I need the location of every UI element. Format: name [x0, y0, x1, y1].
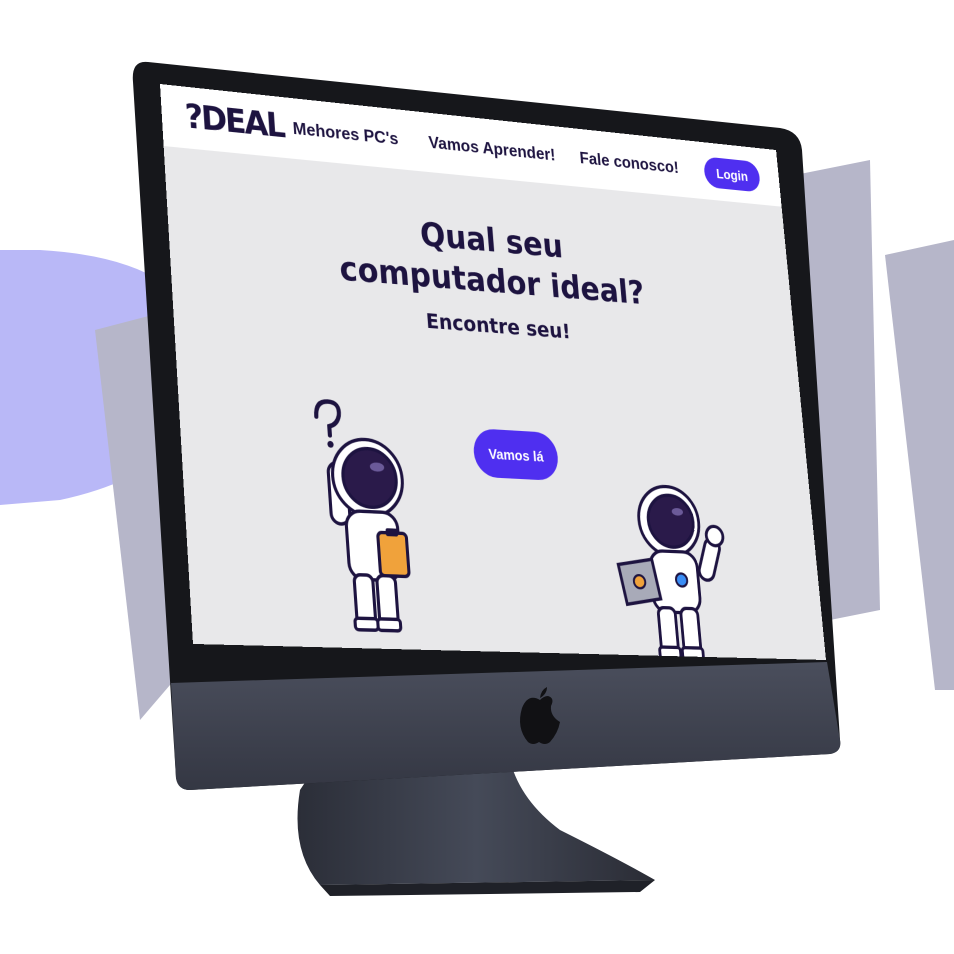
- astronaut-laptop-illustration: [606, 468, 745, 660]
- nav-link-learn[interactable]: Vamos Aprender!: [428, 134, 556, 166]
- astronaut-clipboard-illustration: [314, 400, 440, 638]
- top-nav: ?DEAL Mehores PC's Vamos Aprender! Fale …: [160, 84, 782, 207]
- website-screen: ?DEAL Mehores PC's Vamos Aprender! Fale …: [160, 84, 827, 661]
- site-logo[interactable]: ?DEAL: [184, 97, 285, 146]
- nav-link-best-pcs[interactable]: Mehores PC's: [292, 120, 399, 150]
- login-button[interactable]: Login: [702, 156, 762, 193]
- cta-button[interactable]: Vamos lá: [471, 428, 560, 482]
- nav-link-contact[interactable]: Fale conosco!: [579, 150, 680, 179]
- logo-text: ?DEAL: [183, 97, 285, 146]
